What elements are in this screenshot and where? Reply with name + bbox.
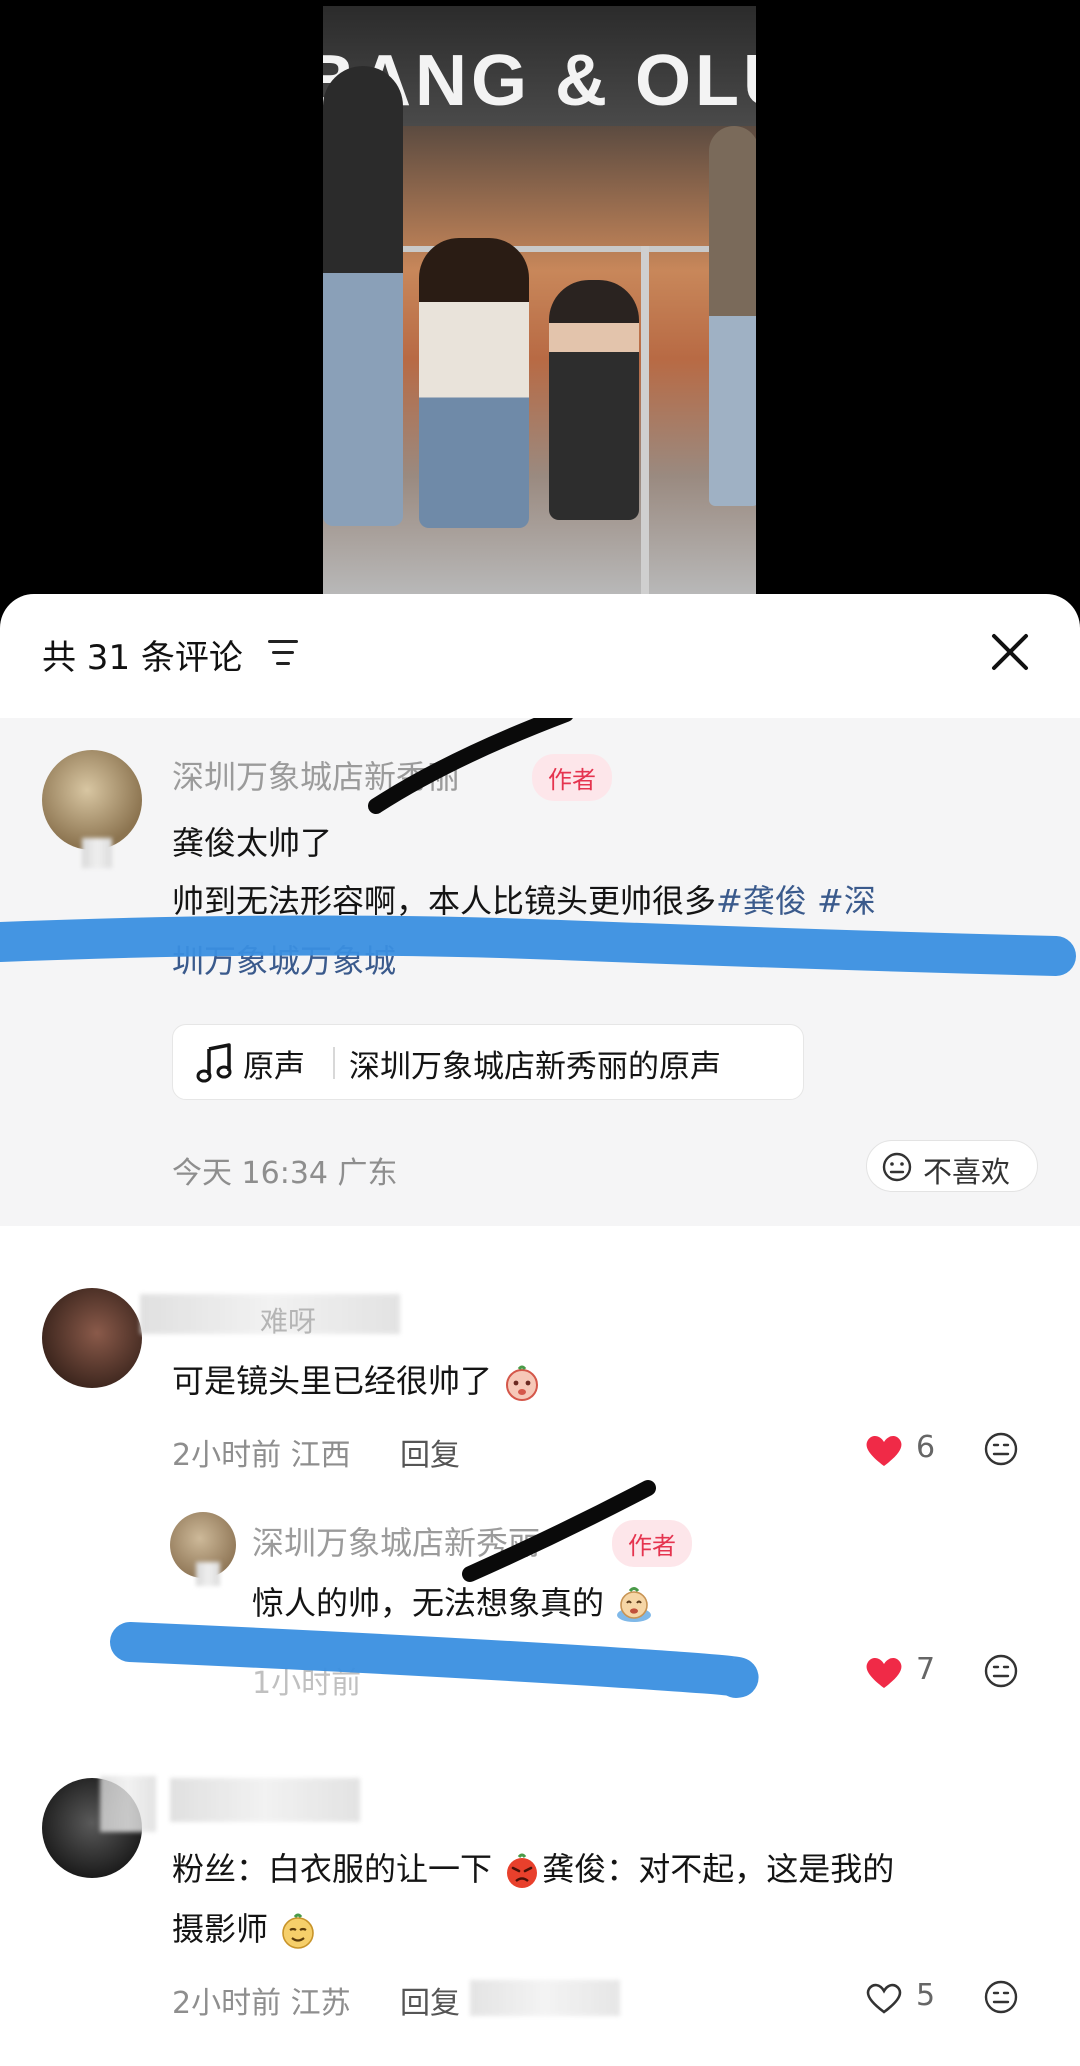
music-note-icon xyxy=(196,1043,232,1083)
like-count: 6 xyxy=(916,1430,936,1465)
angry-face-emoji-icon xyxy=(507,1853,538,1888)
person-white-top xyxy=(419,238,529,528)
comment-username[interactable]: 难呀 xyxy=(260,1300,316,1340)
reply-meta: 1小时前 xyxy=(252,1666,362,1701)
sheet-header: 共 31 条评论 xyxy=(0,594,1080,718)
close-icon xyxy=(992,634,1028,670)
like-count: 7 xyxy=(916,1652,936,1687)
person-black-outfit xyxy=(549,280,639,520)
heart-filled-icon xyxy=(866,1436,902,1466)
author-tag: 作者 xyxy=(532,754,612,801)
post-line-2: 帅到无法形容啊，本人比镜头更帅很多#龚俊 #深 xyxy=(172,876,876,922)
reply-username[interactable]: 深圳万象城店新秀丽 xyxy=(252,1518,540,1564)
reply-button[interactable]: 回复 xyxy=(400,1978,460,2022)
close-button[interactable] xyxy=(988,630,1032,674)
avatar[interactable] xyxy=(42,1288,142,1388)
comment-text-part: 龚俊：对不起，这是我的 xyxy=(542,1850,895,1888)
audio-title: 深圳万象城店新秀丽的原声 xyxy=(349,1049,721,1085)
emoji-react-icon[interactable] xyxy=(982,1978,1020,2016)
smug-face-emoji-icon xyxy=(282,1913,314,1949)
comment-meta: 2小时前 江西 xyxy=(172,1438,351,1473)
comment-count: 共 31 条评论 xyxy=(42,638,243,678)
audio-prefix: 原声 xyxy=(243,1049,305,1085)
filter-icon[interactable] xyxy=(268,640,302,670)
comments-sheet: 共 31 条评论 深圳万象城店新秀丽 作者 龚俊太帅了 帅到无法形容啊，本人比镜… xyxy=(0,594,1080,2066)
comment-text-line-1: 粉丝：白衣服的让一下 龚俊：对不起，这是我的 xyxy=(172,1844,894,1891)
avatar-blur xyxy=(196,1562,220,1586)
dislike-button[interactable]: 不喜欢 xyxy=(866,1140,1038,1192)
heart-outline-icon xyxy=(866,1983,902,2014)
username-blur xyxy=(170,1778,360,1822)
comment-text-content: 可是镜头里已经很帅了 xyxy=(172,1362,493,1400)
crying-face-emoji-icon xyxy=(617,1587,652,1622)
audio-chip[interactable]: 原声 深圳万象城店新秀丽的原声 xyxy=(172,1024,804,1100)
heart-filled-icon xyxy=(866,1658,902,1688)
reply-text-content: 惊人的帅，无法想象真的 xyxy=(252,1584,605,1622)
author-username[interactable]: 深圳万象城店新秀丽 xyxy=(172,752,460,798)
avatar-blur xyxy=(82,838,112,868)
post-line-2-text: 帅到无法形容啊，本人比镜头更帅很多 xyxy=(172,882,717,920)
like-count: 5 xyxy=(916,1978,936,2013)
author-tag: 作者 xyxy=(612,1520,692,1567)
person-right xyxy=(709,126,756,506)
comment-text-line-2: 摄影师 xyxy=(172,1904,318,1951)
post-line-3[interactable]: 圳万象城万象城 xyxy=(172,936,396,982)
emoji-react-icon[interactable] xyxy=(982,1652,1020,1690)
emoji-react-icon[interactable] xyxy=(982,1430,1020,1468)
comment-text-part: 粉丝：白衣服的让一下 xyxy=(172,1850,493,1888)
shocked-face-emoji-icon xyxy=(506,1365,539,1401)
post-line-1: 龚俊太帅了 xyxy=(172,824,333,862)
meh-face-icon xyxy=(882,1152,912,1182)
avatar-blur xyxy=(100,1776,156,1832)
reply-button[interactable]: 回复 xyxy=(400,1430,460,1474)
hashtag-link[interactable]: #龚俊 xyxy=(716,882,807,920)
hashtag-link[interactable]: #深 xyxy=(817,882,876,920)
comment-text-part: 摄影师 xyxy=(172,1910,269,1948)
audio-divider xyxy=(333,1047,335,1079)
reply-text: 惊人的帅，无法想象真的 xyxy=(252,1578,654,1625)
avatar[interactable] xyxy=(42,750,142,850)
author-post: 深圳万象城店新秀丽 作者 龚俊太帅了 帅到无法形容啊，本人比镜头更帅很多#龚俊 … xyxy=(0,718,1080,1226)
post-timestamp: 今天 16:34 广东 xyxy=(172,1156,398,1191)
comment-meta: 2小时前 江苏 xyxy=(172,1986,351,2021)
comment-text: 可是镜头里已经很帅了 xyxy=(172,1356,542,1403)
watermark-blur xyxy=(470,1980,620,2016)
person-left xyxy=(323,66,403,526)
dislike-label: 不喜欢 xyxy=(923,1155,1011,1189)
video-frame[interactable]: BANG & OLUFSEN xyxy=(323,6,756,594)
railing-post xyxy=(641,246,649,594)
